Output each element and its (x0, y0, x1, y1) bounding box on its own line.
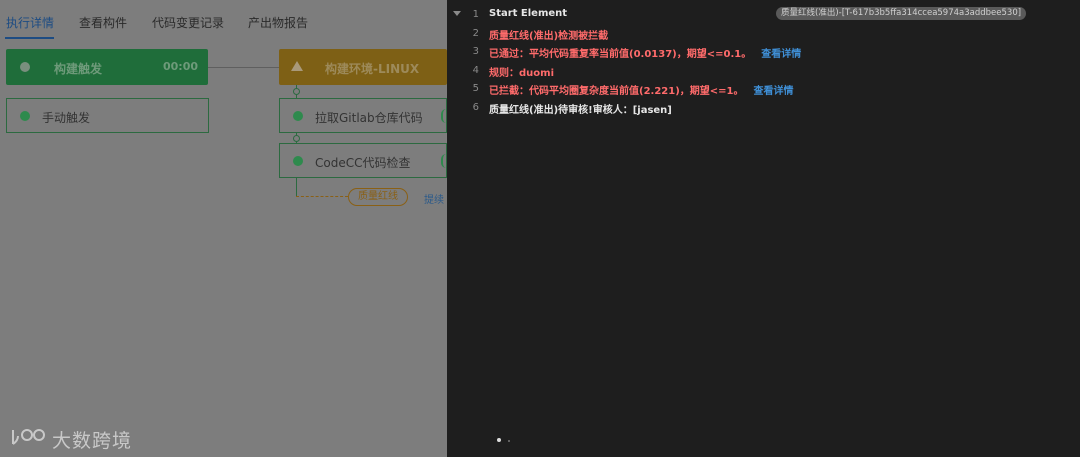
tab-code-changes[interactable]: 代码变更记录 (152, 14, 224, 31)
job-gitlab-label: 拉取Gitlab仓库代码 (315, 111, 423, 125)
tab-view-artifacts[interactable]: 查看构件 (79, 14, 127, 31)
success-dot-icon (293, 111, 303, 121)
log-line-number: 4 (472, 64, 479, 76)
collapse-chevron-icon[interactable] (453, 11, 461, 16)
scroll-indicator-secondary (508, 440, 510, 442)
success-dot-icon (293, 156, 303, 166)
tab-output-reports[interactable]: 产出物报告 (248, 14, 308, 31)
stage-connector (208, 67, 279, 68)
log-line: 5 已拦截：代码平均圈复杂度当前值(2.221)，期望<=1。 查看详情 (447, 82, 1080, 100)
job-manual-label: 手动触发 (42, 111, 91, 125)
stage-build-env[interactable]: 构建环境-LINUX (279, 49, 447, 85)
warning-triangle-icon (291, 61, 303, 71)
stage-trigger[interactable]: 构建触发 00:00 (6, 49, 208, 85)
success-dot-icon (20, 111, 30, 121)
watermark-logo-icon (12, 429, 45, 445)
quality-gate-badge[interactable]: 质量红线 (348, 188, 408, 206)
log-line-text: 规则：duomi (489, 64, 554, 79)
log-message: 质量红线(准出)待审核!审核人：[jasen] (489, 105, 672, 116)
detail-tabs: 执行详情 查看构件 代码变更记录 产出物报告 (0, 0, 447, 40)
log-message: 质量红线(准出)检测被拦截 (489, 30, 609, 42)
log-line-number: 1 (472, 9, 479, 20)
scroll-indicator[interactable] (497, 438, 501, 442)
log-line-text: 质量红线(准出)待审核!审核人：[jasen] (489, 101, 672, 116)
job-manual-trigger[interactable]: 手动触发 (6, 98, 209, 133)
log-message: 已通过：平均代码重复率当前值(0.0137)，期望<=0.1。 (489, 49, 752, 61)
stage-build-env-label: 构建环境-LINUX (325, 62, 420, 76)
log-message: 已拦截：代码平均圈复杂度当前值(2.221)，期望<=1。 (489, 86, 744, 98)
log-line-text: 已通过：平均代码重复率当前值(0.0137)，期望<=0.1。 查看详情 (489, 45, 801, 60)
log-line: 4 规则：duomi (447, 64, 1080, 82)
job-link-node (293, 88, 300, 95)
log-console[interactable]: 质量红线(准出)-[T-617b3b5ffa314ccea5974a3addbe… (447, 0, 1080, 457)
watermark-text: 大数跨境 (52, 430, 133, 452)
stage-trigger-label: 构建触发 (54, 62, 103, 76)
job-codecc-check[interactable]: CodeCC代码检查 (279, 143, 447, 178)
gate-dashed-line (296, 196, 348, 197)
log-line: 2 质量红线(准出)检测被拦截 (447, 27, 1080, 45)
tab-execution-detail[interactable]: 执行详情 (6, 14, 54, 31)
log-line: 6 质量红线(准出)待审核!审核人：[jasen] (447, 101, 1080, 119)
job-codecc-label: CodeCC代码检查 (315, 156, 411, 170)
quality-gate-action-link[interactable]: 提续 (424, 191, 444, 206)
view-details-link[interactable]: 查看详情 (754, 86, 794, 97)
stage-trigger-time: 00:00 (162, 60, 198, 73)
view-details-link[interactable]: 查看详情 (761, 49, 801, 60)
gate-link-line (296, 178, 297, 196)
log-line-number: 2 (472, 27, 479, 39)
job-pull-gitlab[interactable]: 拉取Gitlab仓库代码 (279, 98, 447, 133)
active-tab-indicator (5, 37, 54, 39)
job-status-edge (441, 154, 446, 168)
pipeline-panel: 执行详情 查看构件 代码变更记录 产出物报告 构建触发 00:00 构建环境-L… (0, 0, 447, 457)
job-link-node (293, 135, 300, 142)
status-dot-icon (20, 62, 30, 72)
log-line-text: Start Element (489, 8, 567, 19)
log-line-number: 3 (472, 46, 479, 58)
job-status-edge (441, 109, 446, 123)
log-line-text: 质量红线(准出)检测被拦截 (489, 27, 608, 42)
log-line-text: 已拦截：代码平均圈复杂度当前值(2.221)，期望<=1。 查看详情 (489, 82, 794, 97)
log-line-number: 6 (472, 102, 479, 113)
log-message: Start Element (489, 8, 568, 19)
log-line: 3 已通过：平均代码重复率当前值(0.0137)，期望<=0.1。 查看详情 (447, 45, 1080, 63)
log-line: 1 Start Element (447, 8, 1080, 26)
log-message: 规则：duomi (489, 67, 554, 79)
log-line-number: 5 (472, 83, 479, 95)
